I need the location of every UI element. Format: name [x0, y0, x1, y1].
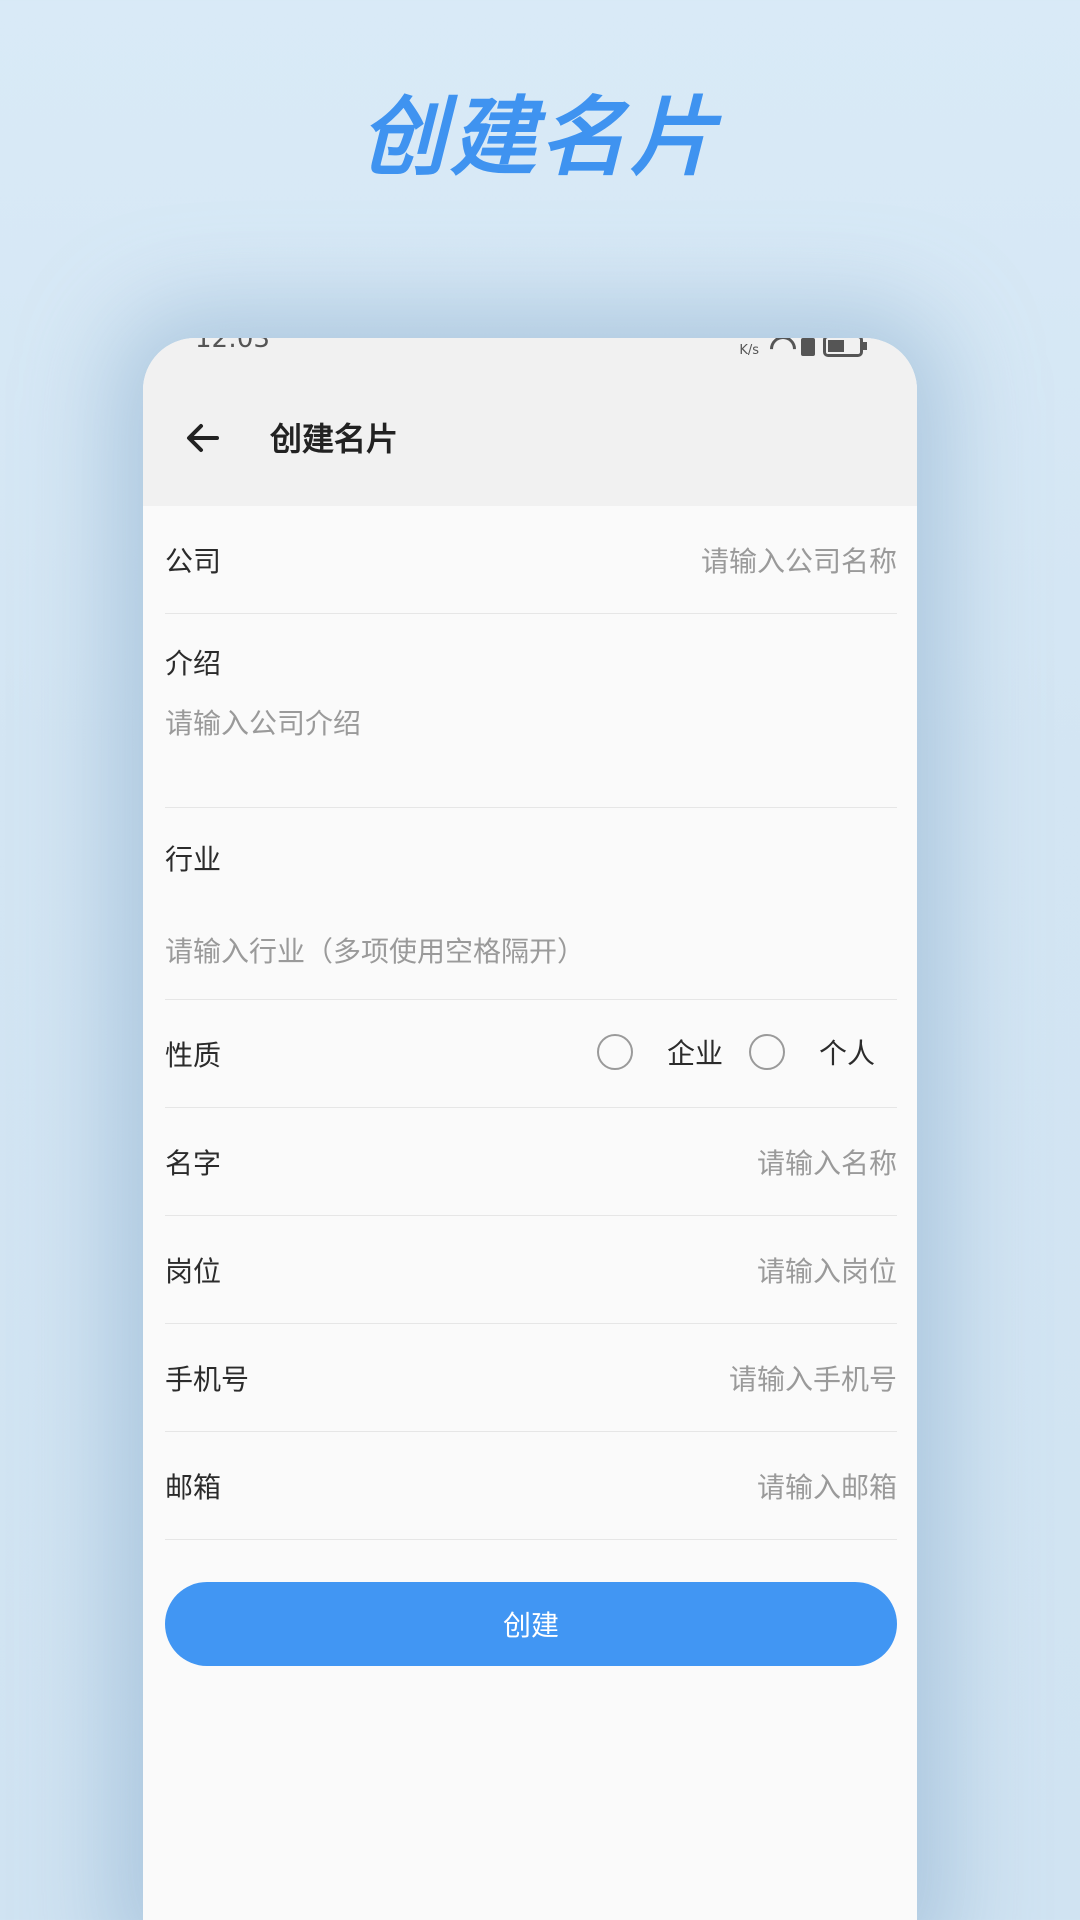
- status-icons: K/s: [739, 338, 867, 358]
- company-input[interactable]: 请输入公司名称: [701, 540, 897, 580]
- phone-screen: 12:03 K/s 创建名片 公司 请输入公司名称 介绍 请输入公司介绍 行业 …: [143, 338, 917, 1920]
- nature-label: 性质: [165, 1039, 222, 1072]
- industry-input[interactable]: 请输入行业（多项使用空格隔开）: [165, 930, 585, 970]
- name-field[interactable]: 名字 请输入名称: [165, 1108, 897, 1216]
- email-label: 邮箱: [165, 1471, 222, 1504]
- battery-icon: [823, 338, 867, 357]
- app-bar: 创建名片: [143, 358, 917, 506]
- name-label: 名字: [165, 1147, 222, 1180]
- phone-label: 手机号: [165, 1363, 250, 1396]
- email-input[interactable]: 请输入邮箱: [757, 1466, 897, 1506]
- intro-label: 介绍: [165, 647, 222, 680]
- company-field[interactable]: 公司 请输入公司名称: [165, 506, 897, 614]
- nature-field: 性质 企业 个人: [165, 1000, 897, 1108]
- position-input[interactable]: 请输入岗位: [757, 1250, 897, 1290]
- net-speed: K/s: [739, 343, 759, 358]
- create-button[interactable]: 创建: [165, 1582, 897, 1666]
- email-field[interactable]: 邮箱 请输入邮箱: [165, 1432, 897, 1540]
- phone-input[interactable]: 请输入手机号: [729, 1358, 897, 1398]
- nature-radio-group: 企业 个人: [596, 1032, 875, 1072]
- wifi-icon: [767, 338, 793, 354]
- page-title: 创建名片: [270, 420, 399, 458]
- radio-individual[interactable]: [748, 1034, 785, 1070]
- name-input[interactable]: 请输入名称: [757, 1142, 897, 1182]
- card-form: 公司 请输入公司名称 介绍 请输入公司介绍 行业 请输入行业（多项使用空格隔开）…: [165, 506, 897, 1540]
- position-field[interactable]: 岗位 请输入岗位: [165, 1216, 897, 1324]
- phone-field[interactable]: 手机号 请输入手机号: [165, 1324, 897, 1432]
- promo-headline: 创建名片: [360, 88, 720, 188]
- status-bar: 12:03 K/s: [143, 338, 917, 358]
- arrow-left-icon[interactable]: [181, 416, 225, 460]
- status-time: 12:03: [195, 338, 270, 354]
- radio-enterprise[interactable]: [596, 1034, 633, 1070]
- radio-individual-label[interactable]: 个人: [819, 1032, 875, 1072]
- radio-enterprise-label[interactable]: 企业: [667, 1032, 723, 1072]
- industry-label: 行业: [165, 843, 222, 876]
- position-label: 岗位: [165, 1255, 222, 1288]
- company-label: 公司: [165, 545, 222, 578]
- lock-icon: [801, 338, 815, 356]
- intro-input[interactable]: 请输入公司介绍: [165, 702, 361, 742]
- industry-field[interactable]: 行业 请输入行业（多项使用空格隔开）: [165, 808, 897, 1000]
- intro-field[interactable]: 介绍 请输入公司介绍: [165, 614, 897, 808]
